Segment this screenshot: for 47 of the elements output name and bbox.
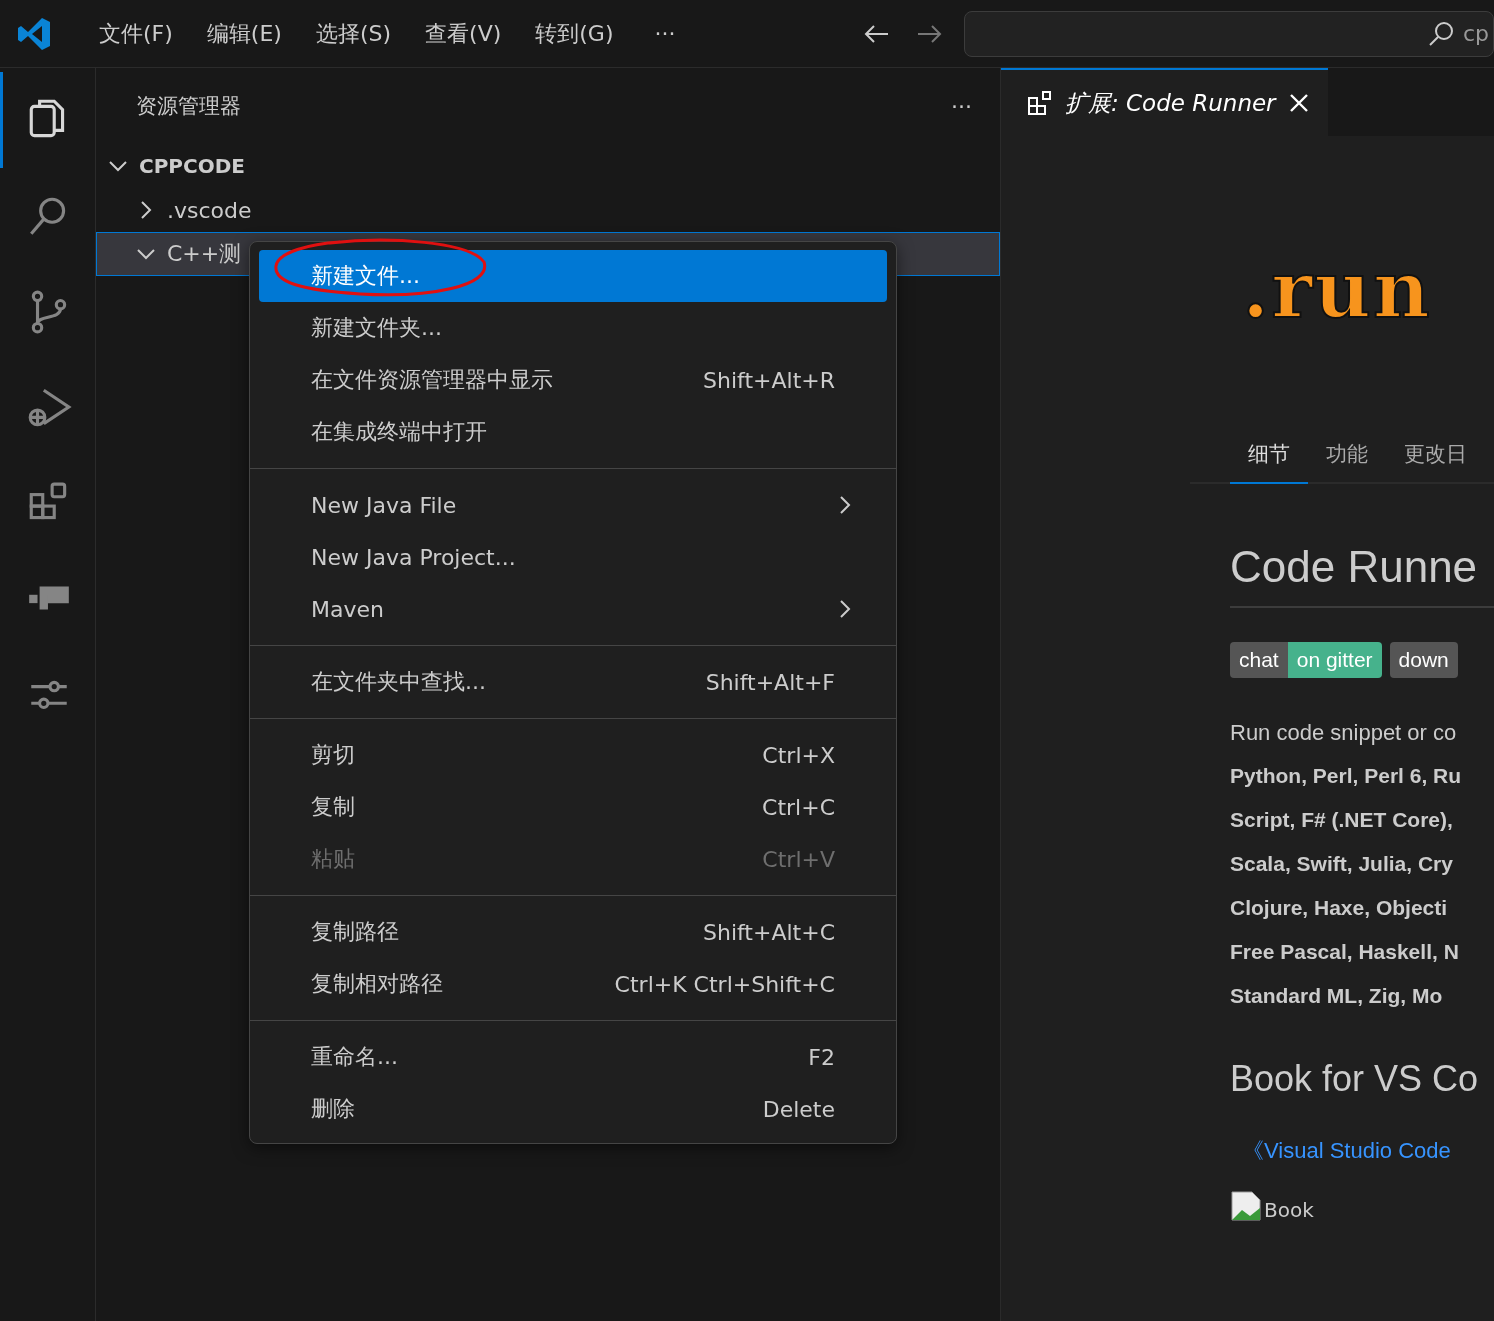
extension-title: Code Runne: [1230, 542, 1494, 608]
menu-item[interactable]: 编辑(E): [189, 18, 299, 49]
menu-item[interactable]: 在集成终端中打开: [259, 406, 887, 458]
search-field[interactable]: cp: [964, 10, 1494, 57]
description-line: Clojure, Haxe, Objecti: [1230, 896, 1449, 921]
menu-item[interactable]: 复制 Ctrl+C: [259, 781, 887, 833]
description-line: Python, Perl, Perl 6, Ru: [1230, 764, 1463, 789]
details-tab[interactable]: 细节: [1230, 428, 1308, 484]
menu-item[interactable]: 删除 Delete: [259, 1083, 887, 1135]
badge[interactable]: down: [1389, 642, 1458, 678]
editor-tab[interactable]: 扩展: Code Runner: [1001, 68, 1328, 136]
menu-item[interactable]: New Java Project...: [259, 531, 887, 583]
menu-item[interactable]: 复制路径 Shift+Alt+C: [259, 906, 887, 958]
tree-item[interactable]: .vscode: [96, 188, 1000, 232]
book-link[interactable]: 《Visual Studio Code: [1242, 1136, 1494, 1166]
extensions-icon: [1027, 90, 1053, 116]
menu-item[interactable]: 在文件资源管理器中显示 Shift+Alt+R: [259, 354, 887, 406]
description-line: Free Pascal, Haskell, N: [1230, 940, 1460, 965]
details-tab[interactable]: 功能: [1308, 428, 1386, 484]
description-line: Run code snippet or co: [1230, 720, 1458, 747]
menu-item[interactable]: 在文件夹中查找... Shift+Alt+F: [259, 656, 887, 708]
menu-item[interactable]: 查看(V): [408, 18, 519, 49]
more-menu[interactable]: ···: [654, 21, 676, 46]
menu-item[interactable]: 选择(S): [298, 18, 409, 49]
image-alt-text: Book: [1264, 1198, 1314, 1222]
sidebar-title: 资源管理器: [136, 93, 241, 120]
close-icon[interactable]: [1287, 92, 1310, 114]
menu-item[interactable]: 新建文件...: [259, 250, 887, 302]
tree-item[interactable]: CPPCODE: [96, 144, 1000, 188]
menu-item[interactable]: 文件(F): [82, 18, 190, 49]
more-menu[interactable]: ···: [951, 93, 972, 119]
menu-item[interactable]: 新建文件夹...: [259, 302, 887, 354]
broken-image-icon: [1230, 1190, 1262, 1222]
menu-item[interactable]: New Java File: [259, 479, 887, 531]
menu-item[interactable]: 复制相对路径 Ctrl+K Ctrl+Shift+C: [259, 958, 887, 1010]
menu-item[interactable]: 重命名... F2: [259, 1031, 887, 1083]
section-heading: Book for VS Co: [1230, 1058, 1480, 1100]
badge[interactable]: chat: [1230, 642, 1288, 678]
menu-item[interactable]: 转到(G): [518, 18, 631, 49]
menu-item[interactable]: Maven: [259, 583, 887, 635]
extension-logo: .run: [1242, 244, 1433, 337]
description-line: Script, F# (.NET Core),: [1230, 808, 1454, 833]
app-logo-icon: [16, 15, 52, 52]
details-tab[interactable]: 更改日: [1386, 428, 1467, 484]
description-line: Scala, Swift, Julia, Cry: [1230, 852, 1454, 877]
menu-item[interactable]: 剪切 Ctrl+X: [259, 729, 887, 781]
description-line: Standard ML, Zig, Mo: [1230, 984, 1444, 1009]
